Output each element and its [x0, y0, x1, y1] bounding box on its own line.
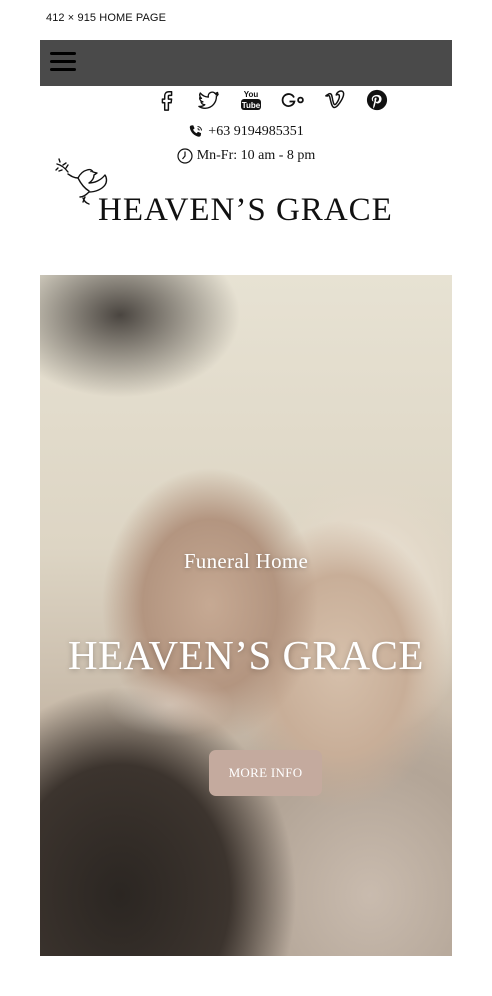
site-logo[interactable]: HEAVEN’S GRACE [54, 152, 424, 232]
hero-banner: Funeral Home HEAVEN’S GRACE MORE INFO [40, 275, 452, 956]
logo-wordmark: HEAVEN’S GRACE [98, 192, 393, 228]
phone-line: +63 9194985351 [0, 124, 492, 140]
phone-number[interactable]: +63 9194985351 [208, 124, 303, 140]
more-info-button[interactable]: MORE INFO [209, 750, 322, 796]
google-plus-icon[interactable] [281, 88, 305, 112]
youtube-icon[interactable]: You Tube [239, 88, 263, 112]
top-navbar [40, 40, 452, 86]
viewport-caption: 412 × 915 HOME PAGE [46, 12, 167, 24]
twitter-icon[interactable] [197, 88, 221, 112]
vimeo-icon[interactable] [323, 88, 347, 112]
hero-title: HEAVEN’S GRACE [68, 632, 424, 678]
hamburger-menu-icon[interactable] [50, 50, 76, 74]
pinterest-icon[interactable] [365, 88, 389, 112]
hero-subtitle: Funeral Home [183, 549, 309, 573]
facebook-icon[interactable] [155, 88, 179, 112]
phone-icon [188, 124, 204, 140]
social-links: You Tube [155, 88, 407, 112]
svg-text:You: You [244, 90, 259, 99]
svg-text:Tube: Tube [242, 101, 261, 110]
